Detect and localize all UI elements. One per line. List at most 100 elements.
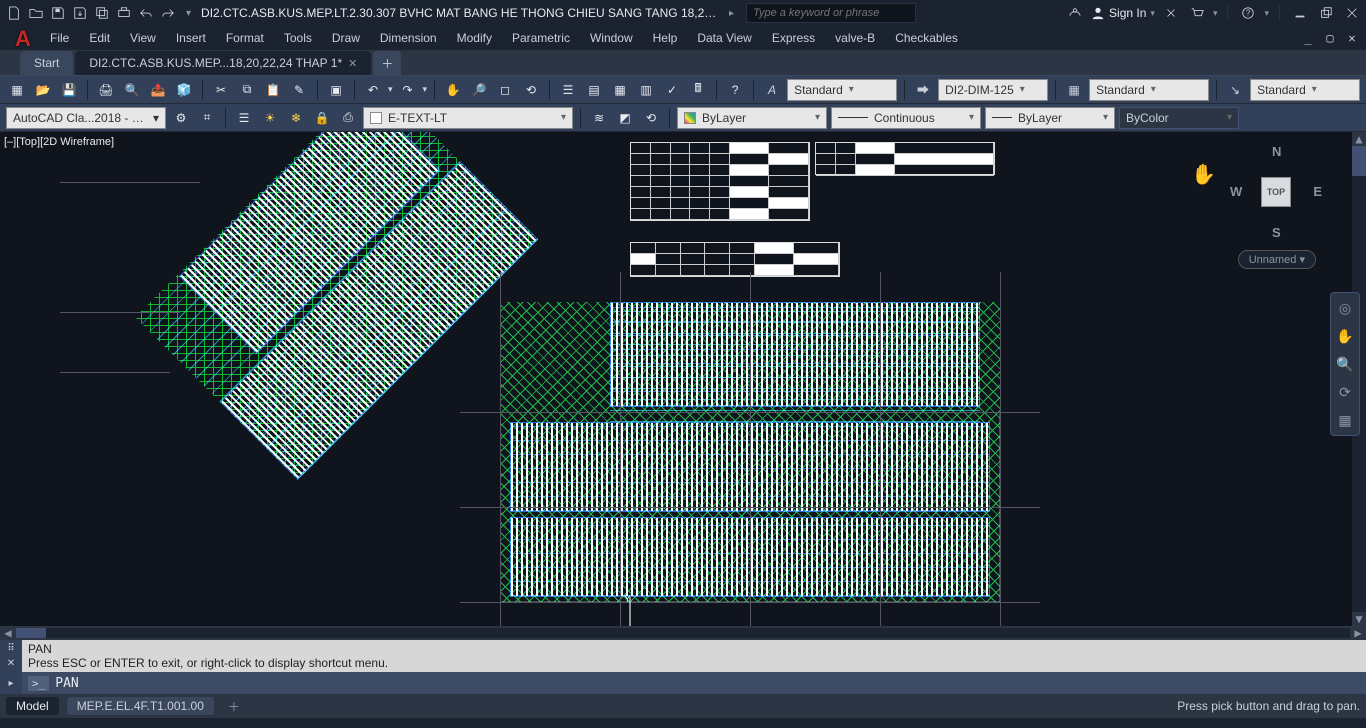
lineweight-dropdown[interactable]: ByLayer▾ — [985, 107, 1115, 129]
cut-icon[interactable]: ✂ — [210, 79, 232, 101]
menu-file[interactable]: File — [50, 31, 69, 45]
linetype-dropdown[interactable]: Continuous▾ — [831, 107, 981, 129]
command-line[interactable]: >_ — [22, 672, 1366, 694]
layerstate-icon[interactable]: ≋ — [588, 107, 610, 129]
markup-icon[interactable]: ✓ — [661, 79, 683, 101]
doc-close-icon[interactable]: ✕ — [1344, 31, 1360, 45]
ssm-icon[interactable]: ▥ — [635, 79, 657, 101]
nav-wheel-icon[interactable]: ◎ — [1334, 297, 1356, 319]
dcenter-icon[interactable]: ▤ — [583, 79, 605, 101]
tab-new-icon[interactable]: ＋ — [373, 51, 401, 75]
help-icon[interactable]: ? — [724, 79, 746, 101]
layer-mgr-icon[interactable]: ☰ — [233, 107, 255, 129]
layer-dropdown[interactable]: E-TEXT-LT▾ — [363, 107, 573, 129]
viewcube-n[interactable]: N — [1272, 144, 1281, 159]
menu-view[interactable]: View — [130, 31, 156, 45]
command-input[interactable] — [55, 676, 1360, 691]
save-icon[interactable]: 💾 — [58, 79, 80, 101]
menu-checkables[interactable]: Checkables — [895, 31, 958, 45]
qcalc-icon[interactable]: 🖩 — [687, 79, 709, 101]
undo-icon[interactable]: ↶ — [362, 79, 384, 101]
viewcube-ucs-button[interactable]: Unnamed ▾ — [1238, 250, 1316, 269]
app-menu-dropdown-icon[interactable]: ▾ — [1213, 8, 1218, 19]
color-dropdown[interactable]: ByLayer▾ — [677, 107, 827, 129]
doc-restore-icon[interactable]: ▢ — [1322, 31, 1338, 45]
tablestyle-icon[interactable]: ▦ — [1063, 79, 1085, 101]
toolpal-icon[interactable]: ▦ — [609, 79, 631, 101]
textstyle-dropdown[interactable]: Standard▾ — [787, 79, 897, 101]
3ddwf-icon[interactable]: 🧊 — [173, 79, 195, 101]
save-icon[interactable] — [48, 3, 68, 23]
saveas-icon[interactable] — [70, 3, 90, 23]
redo-icon[interactable] — [158, 3, 178, 23]
close-icon[interactable] — [1342, 3, 1362, 23]
model-tab[interactable]: Model — [6, 697, 59, 715]
viewcube-w[interactable]: W — [1230, 184, 1242, 199]
title-dropdown-icon[interactable]: ▸ — [729, 8, 734, 19]
properties-icon[interactable]: ☰ — [557, 79, 579, 101]
menu-dimension[interactable]: Dimension — [380, 31, 437, 45]
redo-icon[interactable]: ↷ — [397, 79, 419, 101]
new-icon[interactable] — [4, 3, 24, 23]
cmd-handle-icon[interactable]: ⠿ — [7, 643, 14, 654]
zoom-prev-icon[interactable]: ⟲ — [520, 79, 542, 101]
pan-icon[interactable]: ✋ — [442, 79, 464, 101]
cart-icon[interactable] — [1187, 3, 1207, 23]
menu-modify[interactable]: Modify — [457, 31, 492, 45]
zoom-win-icon[interactable]: ◻ — [494, 79, 516, 101]
nav-pan-icon[interactable]: ✋ — [1334, 325, 1356, 347]
tab-start[interactable]: Start — [20, 51, 73, 75]
vscroll-thumb[interactable] — [1352, 146, 1366, 176]
ws-lock-icon[interactable]: ⌗ — [196, 107, 218, 129]
zoom-rt-icon[interactable]: 🔎 — [468, 79, 490, 101]
nav-zoom-icon[interactable]: 🔍 — [1334, 353, 1356, 375]
nav-show-icon[interactable]: ▦ — [1334, 409, 1356, 431]
layprev-icon[interactable]: ⟲ — [640, 107, 662, 129]
tablestyle-dropdown[interactable]: Standard▾ — [1089, 79, 1209, 101]
hscroll-track[interactable] — [16, 628, 1350, 638]
blockedit-icon[interactable]: ▣ — [325, 79, 347, 101]
layout-add-icon[interactable]: ＋ — [222, 698, 246, 715]
cmd-recent-icon[interactable]: ▸ — [8, 678, 13, 689]
drawing-area[interactable]: [–][Top][2D Wireframe] ▲ ▼ N S E W TOP U… — [0, 132, 1366, 626]
tab-close-icon[interactable]: ✕ — [348, 57, 357, 70]
ws-settings-icon[interactable]: ⚙ — [170, 107, 192, 129]
redo-dropdown-icon[interactable]: ▾ — [423, 84, 428, 95]
help-search[interactable] — [746, 3, 916, 23]
scroll-left-icon[interactable]: ◀ — [0, 626, 16, 640]
layer-plot-icon[interactable]: ⎙ — [337, 107, 359, 129]
menu-format[interactable]: Format — [226, 31, 264, 45]
menu-valveb[interactable]: valve-B — [835, 31, 875, 45]
scroll-right-icon[interactable]: ▶ — [1350, 626, 1366, 640]
plotstyle-dropdown[interactable]: ByColor▾ — [1119, 107, 1239, 129]
saveall-icon[interactable] — [92, 3, 112, 23]
textstyle-icon[interactable]: A — [761, 79, 783, 101]
menu-dataview[interactable]: Data View — [697, 31, 751, 45]
restore-icon[interactable] — [1316, 3, 1336, 23]
menu-edit[interactable]: Edit — [89, 31, 110, 45]
layer-freeze-icon[interactable]: ❄ — [285, 107, 307, 129]
dimstyle-icon[interactable]: ⮕ — [912, 79, 934, 101]
match-icon[interactable]: ✎ — [288, 79, 310, 101]
layeriso-icon[interactable]: ◩ — [614, 107, 636, 129]
tab-active-drawing[interactable]: DI2.CTC.ASB.KUS.MEP...18,20,22,24 THAP 1… — [75, 51, 371, 75]
nav-orbit-icon[interactable]: ⟳ — [1334, 381, 1356, 403]
menu-insert[interactable]: Insert — [176, 31, 206, 45]
help-dropdown-icon[interactable]: ▾ — [1264, 8, 1269, 19]
app-logo[interactable]: A — [8, 24, 38, 54]
layer-lock-icon[interactable]: 🔒 — [311, 107, 333, 129]
undo-dropdown-icon[interactable]: ▾ — [388, 84, 393, 95]
menu-window[interactable]: Window — [590, 31, 633, 45]
sign-in-button[interactable]: Sign In ▾ — [1091, 6, 1155, 20]
dimstyle-dropdown[interactable]: DI2-DIM-125▾ — [938, 79, 1048, 101]
print-icon[interactable]: 🖨 — [95, 79, 117, 101]
viewcube-s[interactable]: S — [1272, 225, 1281, 240]
exchange-icon[interactable] — [1161, 3, 1181, 23]
viewcube-e[interactable]: E — [1313, 184, 1322, 199]
menu-tools[interactable]: Tools — [284, 31, 312, 45]
mleader-dropdown[interactable]: Standard▾ — [1250, 79, 1360, 101]
cmd-close-icon[interactable]: ✕ — [7, 658, 15, 669]
plot-icon[interactable] — [114, 3, 134, 23]
scroll-up-icon[interactable]: ▲ — [1352, 132, 1366, 146]
open-icon[interactable] — [26, 3, 46, 23]
